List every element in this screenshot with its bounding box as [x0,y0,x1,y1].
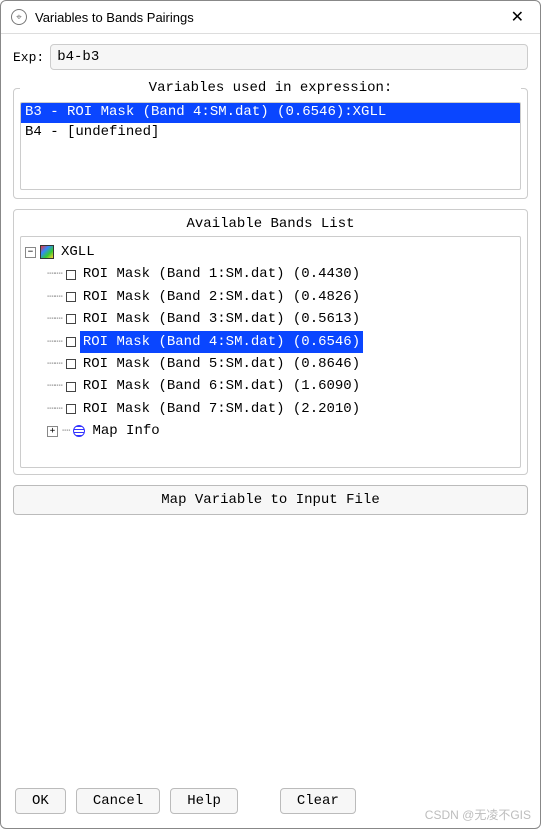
tree-connector: ┈┈ [47,286,62,308]
dialog-window: ⌖ Variables to Bands Pairings ✕ Exp: Var… [0,0,541,829]
mapinfo-label[interactable]: Map Info [89,420,162,442]
band-icon [66,382,76,392]
band-icon [66,270,76,280]
titlebar: ⌖ Variables to Bands Pairings ✕ [1,1,540,34]
variables-list[interactable]: B3 - ROI Mask (Band 4:SM.dat) (0.6546):X… [20,102,521,190]
file-icon [40,245,54,259]
variables-legend: Variables used in expression: [20,80,521,96]
tree-mapinfo-item[interactable]: + ┈ Map Info [25,420,516,442]
tree-root[interactable]: − XGLL [25,241,516,263]
expression-input[interactable] [50,44,528,70]
bands-tree[interactable]: −XGLL┈┈ROI Mask (Band 1:SM.dat) (0.4430)… [20,236,521,468]
expression-label: Exp: [13,50,44,65]
map-variable-button[interactable]: Map Variable to Input File [13,485,528,515]
tree-band-item[interactable]: ┈┈ ROI Mask (Band 6:SM.dat) (1.6090) [25,375,516,397]
tree-connector: ┈┈ [47,398,62,420]
tree-connector: ┈┈ [47,308,62,330]
tree-band-item[interactable]: ┈┈ ROI Mask (Band 7:SM.dat) (2.2010) [25,398,516,420]
tree-connector: ┈┈ [47,331,62,353]
cancel-button[interactable]: Cancel [76,788,160,814]
close-button[interactable]: ✕ [505,7,530,27]
window-title: Variables to Bands Pairings [35,10,505,25]
band-icon [66,314,76,324]
band-icon [66,292,76,302]
bands-header: Available Bands List [20,216,521,232]
dialog-body: Exp: Variables used in expression: B3 - … [1,34,540,778]
band-icon [66,337,76,347]
tree-band-item[interactable]: ┈┈ ROI Mask (Band 2:SM.dat) (0.4826) [25,286,516,308]
band-icon [66,359,76,369]
footer: OK Cancel Help Clear [1,778,540,828]
tree-connector: ┈┈ [47,263,62,285]
collapse-icon[interactable]: − [25,247,36,258]
band-label[interactable]: ROI Mask (Band 4:SM.dat) (0.6546) [80,331,363,353]
band-label[interactable]: ROI Mask (Band 5:SM.dat) (0.8646) [80,353,363,375]
bands-panel: Available Bands List −XGLL┈┈ROI Mask (Ba… [13,209,528,475]
help-button[interactable]: Help [170,788,238,814]
variable-item[interactable]: B3 - ROI Mask (Band 4:SM.dat) (0.6546):X… [21,103,520,123]
variables-fieldset: Variables used in expression: B3 - ROI M… [13,80,528,199]
band-label[interactable]: ROI Mask (Band 2:SM.dat) (0.4826) [80,286,363,308]
expression-row: Exp: [13,44,528,70]
app-icon: ⌖ [11,9,27,25]
tree-band-item[interactable]: ┈┈ ROI Mask (Band 1:SM.dat) (0.4430) [25,263,516,285]
band-icon [66,404,76,414]
tree-connector: ┈┈ [47,353,62,375]
tree-connector: ┈┈ [47,375,62,397]
tree-band-item[interactable]: ┈┈ ROI Mask (Band 5:SM.dat) (0.8646) [25,353,516,375]
tree-band-item[interactable]: ┈┈ ROI Mask (Band 4:SM.dat) (0.6546) [25,331,516,353]
clear-button[interactable]: Clear [280,788,356,814]
globe-icon [73,425,85,437]
ok-button[interactable]: OK [15,788,66,814]
spacer [13,525,528,768]
expand-icon[interactable]: + [47,426,58,437]
variable-item[interactable]: B4 - [undefined] [21,123,520,143]
tree-connector: ┈ [62,420,69,442]
band-label[interactable]: ROI Mask (Band 7:SM.dat) (2.2010) [80,398,363,420]
band-label[interactable]: ROI Mask (Band 3:SM.dat) (0.5613) [80,308,363,330]
band-label[interactable]: ROI Mask (Band 6:SM.dat) (1.6090) [80,375,363,397]
band-label[interactable]: ROI Mask (Band 1:SM.dat) (0.4430) [80,263,363,285]
tree-root-label[interactable]: XGLL [58,241,98,263]
tree-band-item[interactable]: ┈┈ ROI Mask (Band 3:SM.dat) (0.5613) [25,308,516,330]
